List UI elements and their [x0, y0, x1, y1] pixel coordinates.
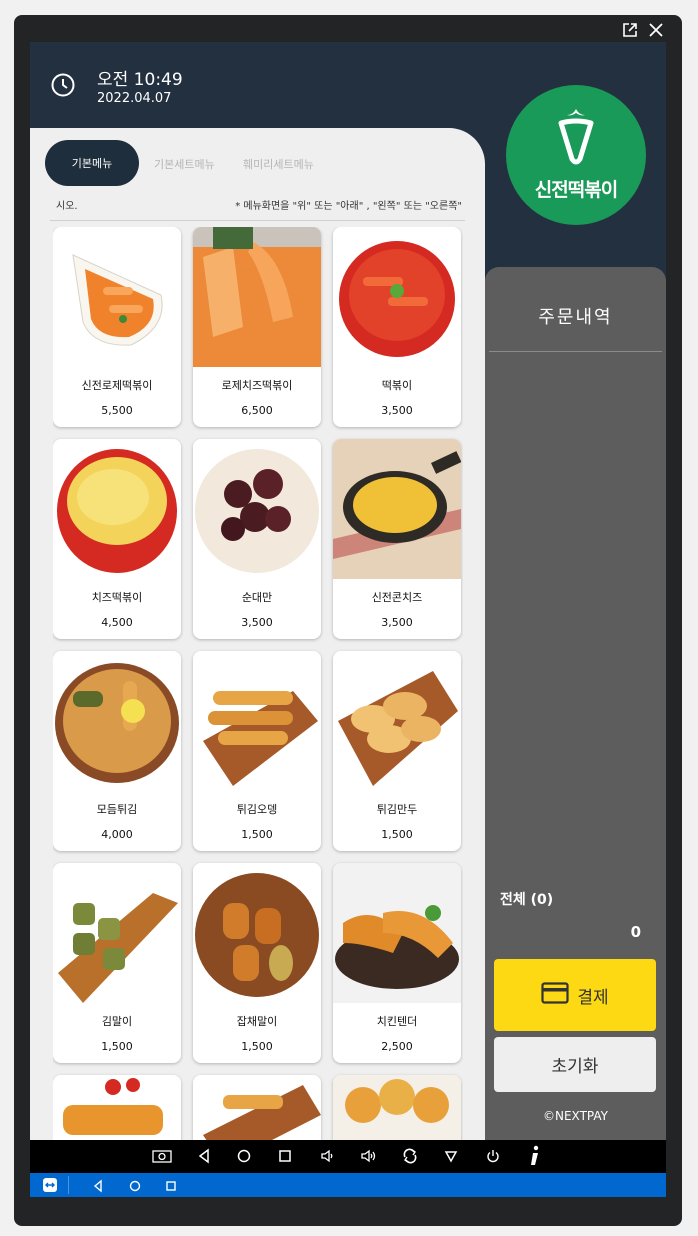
menu-name: 김말이 — [101, 1015, 133, 1028]
menu-price: 3,500 — [381, 404, 413, 417]
current-time: 오전 10:49 — [97, 70, 183, 90]
menu-card[interactable]: 튀김만두 1,500 — [333, 651, 461, 851]
copyright: ©NEXTPAY — [543, 1109, 608, 1123]
home-icon[interactable] — [128, 1178, 142, 1197]
food-image — [193, 1075, 321, 1140]
menu-name: 튀김오뎅 — [236, 803, 278, 816]
menu-card[interactable]: 떡볶이 3,500 — [333, 227, 461, 427]
menu-name: 떡볶이 — [381, 379, 413, 392]
menu-name: 신전로제떡볶이 — [81, 379, 153, 392]
volume-down-icon[interactable] — [320, 1148, 336, 1168]
menu-price: 4,500 — [101, 616, 133, 629]
info-icon[interactable] — [528, 1145, 540, 1171]
order-panel: 주문내역 전체 (0) 0 결제 초기화 ©NEXTPAY — [485, 267, 666, 1140]
food-image — [333, 1075, 461, 1140]
food-image — [333, 439, 461, 579]
menu-price: 3,500 — [381, 616, 413, 629]
menu-card[interactable]: 치킨텐더 2,500 — [333, 863, 461, 1063]
food-image — [333, 863, 461, 1003]
recents-icon[interactable] — [278, 1148, 292, 1168]
back-icon[interactable] — [92, 1178, 104, 1197]
external-link-icon[interactable] — [622, 22, 638, 38]
menu-name: 치즈떡볶이 — [91, 591, 143, 604]
menu-card[interactable]: 순대만 3,500 — [193, 439, 321, 639]
recents-icon[interactable] — [165, 1178, 177, 1197]
menu-price: 2,500 — [381, 1040, 413, 1053]
order-title: 주문내역 — [538, 307, 613, 328]
reset-button[interactable]: 초기화 — [494, 1037, 656, 1092]
scroll-notice: 시오. * 메뉴화면을 "위" 또는 "아래" , "왼쪽" 또는 "오른쪽" — [54, 197, 462, 213]
menu-card[interactable]: 신전로제떡볶이 5,500 — [53, 227, 181, 427]
tab-basic-set-menu[interactable]: 기본세트메뉴 — [154, 156, 215, 172]
menu-name: 튀김만두 — [376, 803, 418, 816]
menu-price: 1,500 — [241, 828, 273, 841]
food-image — [53, 227, 181, 367]
system-toolbar — [30, 1140, 666, 1173]
current-date: 2022.04.07 — [97, 91, 172, 106]
food-image — [193, 863, 321, 1003]
menu-name: 로제치즈떡볶이 — [221, 379, 293, 392]
divider — [50, 220, 465, 221]
food-image — [193, 227, 321, 367]
tab-family-set-menu[interactable]: 훼미리세트메뉴 — [243, 156, 314, 172]
food-image — [53, 863, 181, 1003]
menu-card[interactable]: 튀김오뎅 1,500 — [193, 651, 321, 851]
food-image — [53, 439, 181, 579]
menu-price: 1,500 — [241, 1040, 273, 1053]
notice-left: 시오. — [56, 201, 78, 212]
menu-card[interactable]: 로제치즈떡볶이 6,500 — [193, 227, 321, 427]
menu-name: 순대만 — [241, 591, 273, 604]
total-value: 0 — [630, 923, 641, 941]
taskbar-divider — [68, 1176, 69, 1194]
menu-card[interactable]: 잡채말이 1,500 — [193, 863, 321, 1063]
food-image — [333, 227, 461, 367]
menu-panel: 기본메뉴 기본세트메뉴 훼미리세트메뉴 시오. * 메뉴화면을 "위" 또는 "… — [30, 128, 485, 1140]
remote-taskbar — [30, 1173, 666, 1197]
menu-card[interactable] — [193, 1075, 321, 1140]
menu-card[interactable]: 치즈떡볶이 4,500 — [53, 439, 181, 639]
total-label: 전체 (0) — [500, 892, 554, 908]
tab-basic-menu[interactable]: 기본메뉴 — [45, 140, 139, 186]
menu-price: 4,000 — [101, 828, 133, 841]
menu-price: 5,500 — [101, 404, 133, 417]
menu-card[interactable]: 김말이 1,500 — [53, 863, 181, 1063]
menu-grid: 신전로제떡볶이 5,500 로제치즈떡볶이 6,500 떡볶이 3,500 치즈… — [53, 227, 463, 1140]
kiosk-screen: 오전 10:49 2022.04.07 신전떡볶이 기본메뉴 기본세트메뉴 훼미… — [30, 42, 666, 1140]
menu-name: 신전콘치즈 — [371, 591, 423, 604]
volume-up-icon[interactable] — [360, 1148, 378, 1168]
menu-name: 모듬튀김 — [96, 803, 138, 816]
back-icon[interactable] — [197, 1148, 211, 1168]
order-divider — [489, 351, 662, 352]
food-image — [193, 651, 321, 791]
clock-icon — [50, 72, 76, 102]
home-icon[interactable] — [236, 1148, 252, 1168]
brand-logo: 신전떡볶이 — [506, 85, 646, 225]
food-image — [53, 651, 181, 791]
screenshot-icon[interactable] — [152, 1148, 172, 1168]
window-controls — [622, 22, 664, 38]
menu-name: 잡채말이 — [236, 1015, 278, 1028]
food-image — [53, 1075, 181, 1140]
remote-icon[interactable] — [42, 1177, 58, 1197]
menu-card[interactable] — [53, 1075, 181, 1140]
power-icon[interactable] — [485, 1148, 501, 1168]
credit-card-icon — [541, 981, 569, 1009]
pay-label: 결제 — [577, 987, 609, 1008]
pay-button[interactable]: 결제 — [494, 959, 656, 1031]
menu-price: 6,500 — [241, 404, 273, 417]
menu-price: 1,500 — [101, 1040, 133, 1053]
food-image — [193, 439, 321, 579]
menu-price: 1,500 — [381, 828, 413, 841]
close-icon[interactable] — [648, 22, 664, 38]
menu-card[interactable]: 모듬튀김 4,000 — [53, 651, 181, 851]
menu-card[interactable]: 신전콘치즈 3,500 — [333, 439, 461, 639]
notice-right: * 메뉴화면을 "위" 또는 "아래" , "왼쪽" 또는 "오른쪽" — [235, 201, 462, 212]
menu-price: 3,500 — [241, 616, 273, 629]
menu-name: 치킨텐더 — [376, 1015, 418, 1028]
food-image — [333, 651, 461, 791]
brand-name: 신전떡볶이 — [534, 179, 618, 201]
hide-bar-icon[interactable] — [444, 1148, 458, 1168]
menu-card[interactable] — [333, 1075, 461, 1140]
rotate-icon[interactable] — [402, 1148, 418, 1168]
